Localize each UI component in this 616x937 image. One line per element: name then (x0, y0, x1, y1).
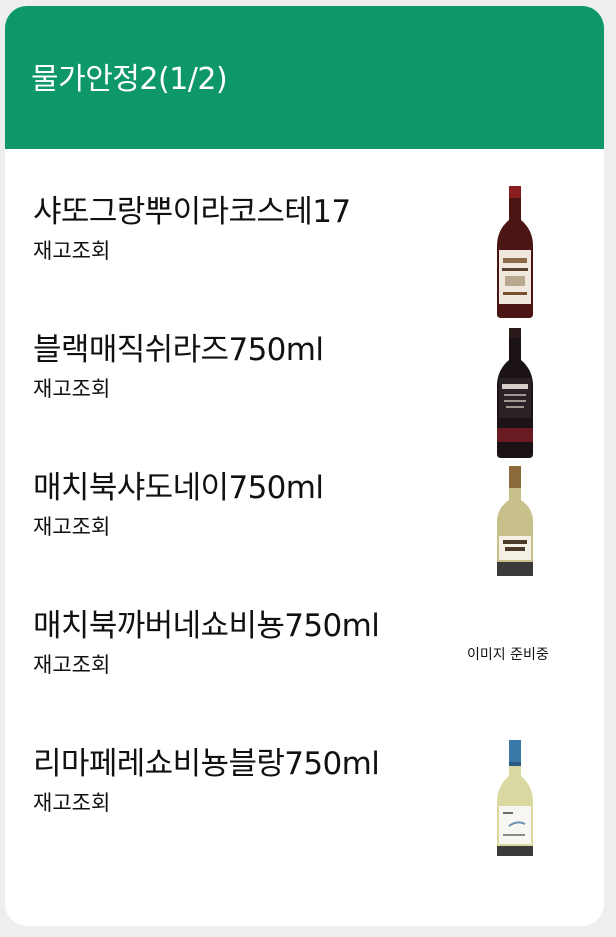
wine-bottle-image (475, 186, 555, 318)
product-name: 리마페레쇼비뇽블랑750ml (33, 746, 380, 782)
list-item: 매치북샤도네이750ml 재고조회 (5, 462, 604, 596)
wine-bottle-image (475, 466, 555, 598)
page-title: 물가안정2(1/2) (31, 62, 228, 97)
wine-bottle-image (475, 328, 555, 460)
list-item: 매치북까버네쇼비뇽750ml 재고조회 이미지 준비중 (5, 600, 604, 734)
stock-check-link[interactable]: 재고조회 (33, 649, 110, 679)
product-name: 매치북샤도네이750ml (33, 470, 324, 506)
stock-check-link[interactable]: 재고조회 (33, 511, 110, 541)
stock-check-link[interactable]: 재고조회 (33, 787, 110, 817)
image-placeholder-text: 이미지 준비중 (467, 647, 549, 663)
list-item: 리마페레쇼비뇽블랑750ml 재고조회 (5, 738, 604, 872)
product-list-card: 물가안정2(1/2) 샤또그랑뿌이라코스테17 재고조회 블랙매직쉬라즈750m… (5, 6, 604, 926)
wine-bottle-image (475, 740, 555, 872)
list-item: 샤또그랑뿌이라코스테17 재고조회 (5, 186, 604, 320)
stock-check-link[interactable]: 재고조회 (33, 235, 110, 265)
product-name: 매치북까버네쇼비뇽750ml (33, 608, 380, 644)
product-name: 샤또그랑뿌이라코스테17 (33, 194, 351, 230)
list-item: 블랙매직쉬라즈750ml 재고조회 (5, 324, 604, 458)
product-name: 블랙매직쉬라즈750ml (33, 332, 324, 368)
stock-check-link[interactable]: 재고조회 (33, 373, 110, 403)
header-bar: 물가안정2(1/2) (5, 6, 604, 149)
